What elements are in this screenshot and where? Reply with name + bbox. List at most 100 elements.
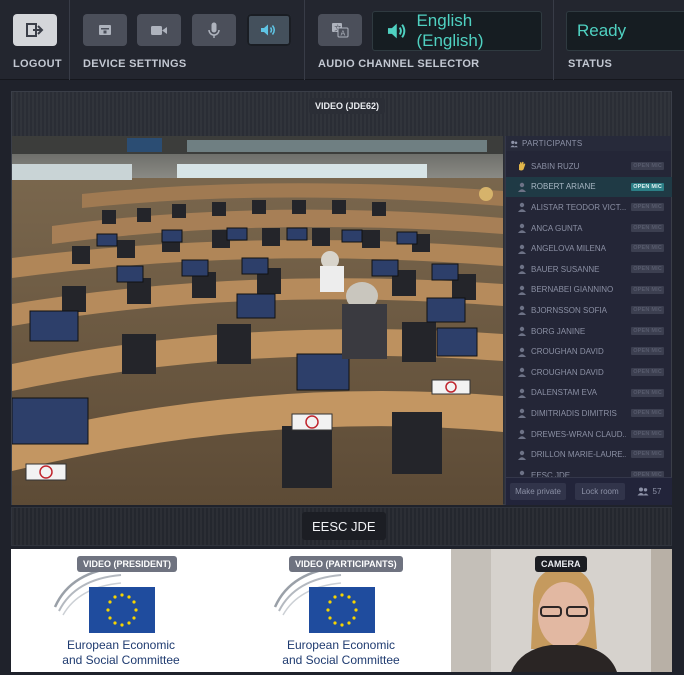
participant-name: ANGELOVA MILENA (531, 244, 606, 254)
participant-name: ROBERT ARIANE (531, 182, 596, 192)
user-icon (518, 450, 526, 460)
status-value: Ready (577, 21, 627, 40)
participant-name: DREWES-WRAN CLAUD... (531, 429, 626, 439)
room-title: EESC JDE (302, 512, 386, 540)
participant-name: CROUGHAN DAVID (531, 367, 604, 377)
user-icon (518, 429, 526, 440)
participants-title: PARTICIPANTS (522, 139, 583, 148)
participant-row[interactable]: DREWES-WRAN CLAUD... OPEN MIC (506, 424, 672, 445)
user-icon (518, 244, 526, 254)
open-mic-button[interactable]: OPEN MIC (631, 203, 664, 212)
participant-name: BJORNSSON SOFIA (531, 305, 608, 315)
user-icon (518, 306, 526, 316)
org-name-line1: European Economic (66, 638, 176, 652)
language-value: English (English) (416, 11, 484, 50)
camera-button[interactable] (137, 14, 181, 46)
open-mic-button[interactable]: OPEN MIC (631, 409, 664, 418)
main-video-label: VIDEO (JDE62) (309, 98, 386, 114)
participant-name: CROUGHAN DAVID (531, 347, 604, 357)
divider (69, 0, 70, 80)
translate-button[interactable]: 文 A (318, 14, 362, 46)
participant-row[interactable]: BERNABEI GIANNINO OPEN MIC (506, 280, 672, 301)
open-mic-button[interactable]: OPEN MIC (631, 306, 664, 315)
participant-name: ALISTAR TEODOR VICT... (531, 202, 626, 212)
audio-channel-label: AUDIO CHANNEL SELECTOR (318, 58, 480, 70)
language-selector[interactable]: English (English) (372, 11, 542, 51)
window-icon (99, 25, 111, 35)
open-mic-button[interactable]: OPEN MIC (631, 265, 664, 273)
open-mic-button[interactable]: OPEN MIC (631, 450, 664, 459)
participant-name: BORG JANINE (531, 326, 586, 336)
open-mic-button[interactable]: OPEN MIC (631, 162, 664, 170)
participant-row[interactable]: ANGELOVA MILENA OPEN MIC (506, 238, 672, 259)
user-icon (518, 409, 526, 419)
divider (553, 0, 554, 80)
conference-room-image (12, 136, 503, 505)
user-icon (518, 285, 526, 295)
logout-button[interactable] (13, 14, 57, 46)
open-mic-button[interactable]: OPEN MIC (631, 223, 664, 232)
microphone-button[interactable] (192, 14, 236, 46)
speaker-icon (261, 24, 275, 36)
org-name-line2: and Social Committee (282, 653, 400, 667)
org-name-line1: European Economic (286, 638, 396, 652)
user-icon (518, 326, 526, 337)
participant-row[interactable]: SABIN RUZU OPEN MIC (506, 156, 672, 177)
participant-row[interactable]: DRILLON MARIE-LAURE... OPEN MIC (506, 444, 672, 465)
user-icon (518, 347, 526, 357)
open-mic-button[interactable]: OPEN MIC (631, 326, 664, 335)
open-mic-button[interactable]: OPEN MIC (631, 429, 664, 438)
user-icon (518, 203, 526, 213)
user-icon (518, 182, 526, 192)
svg-text:A: A (341, 30, 346, 38)
people-icon (637, 487, 649, 496)
participant-count-value: 57 (652, 487, 662, 496)
lock-room-button[interactable]: Lock room (575, 483, 625, 500)
participant-name: DIMITRIADIS DIMITRIS (531, 408, 617, 418)
logout-label: LOGOUT (13, 58, 62, 70)
participant-row[interactable]: ALISTAR TEODOR VICT... OPEN MIC (506, 197, 672, 218)
org-name-line2: and Social Committee (62, 653, 180, 667)
participant-row[interactable]: DALENSTAM EVA OPEN MIC (506, 383, 672, 404)
top-toolbar: LOGOUT DEVICE SETTINGS A AUDIO CHANNEL S… (0, 0, 684, 80)
make-private-button[interactable]: Make private (510, 483, 566, 500)
participant-name: ANCA GUNTA (531, 223, 583, 233)
translate-icon: 文 A (332, 23, 349, 38)
user-icon (518, 388, 526, 398)
participants-header: PARTICIPANTS (506, 136, 671, 151)
participants-icon (510, 140, 518, 147)
user-icon (518, 368, 526, 378)
user-icon (518, 223, 526, 234)
speaker-button[interactable] (247, 14, 291, 46)
open-mic-button[interactable]: OPEN MIC (631, 285, 664, 294)
window-button[interactable] (83, 14, 127, 46)
participant-row[interactable]: ROBERT ARIANE OPEN MIC (506, 176, 672, 198)
participant-name: BERNABEI GIANNINO (531, 285, 614, 295)
participant-row[interactable]: BORG JANINE OPEN MIC (506, 321, 672, 342)
logout-icon (26, 23, 44, 37)
raised-hand-icon (519, 161, 526, 171)
open-mic-button[interactable]: OPEN MIC (631, 388, 664, 397)
open-mic-button[interactable]: OPEN MIC (631, 244, 664, 253)
participants-panel: PARTICIPANTS SABIN RUZU OPEN MIC ROBERT AR… (505, 136, 672, 505)
status-box: Ready (566, 11, 684, 51)
camera-icon (151, 25, 167, 35)
user-icon (518, 265, 526, 275)
participant-row[interactable]: CROUGHAN DAVID OPEN MIC (506, 362, 672, 383)
camera-label: CAMERA (535, 556, 587, 572)
participant-row[interactable]: DIMITRIADIS DIMITRIS OPEN MIC (506, 403, 672, 424)
speaker-icon (387, 23, 406, 39)
participant-name: SABIN RUZU (531, 161, 580, 171)
participant-row[interactable]: BAUER SUSANNE OPEN MIC (506, 259, 672, 280)
open-mic-button[interactable]: OPEN MIC (631, 347, 664, 356)
participant-row[interactable]: CROUGHAN DAVID OPEN MIC (506, 341, 672, 362)
participant-row[interactable]: BJORNSSON SOFIA OPEN MIC (506, 300, 672, 321)
participant-count: 57 (631, 483, 667, 500)
open-mic-button[interactable]: OPEN MIC (631, 368, 664, 376)
status-label: STATUS (568, 58, 613, 70)
main-video-feed (12, 136, 503, 505)
participant-row[interactable]: ANCA GUNTA OPEN MIC (506, 218, 672, 239)
participants-video-label: VIDEO (PARTICIPANTS) (289, 556, 403, 572)
open-mic-button[interactable]: OPEN MIC (631, 182, 664, 191)
device-settings-label: DEVICE SETTINGS (83, 58, 187, 70)
